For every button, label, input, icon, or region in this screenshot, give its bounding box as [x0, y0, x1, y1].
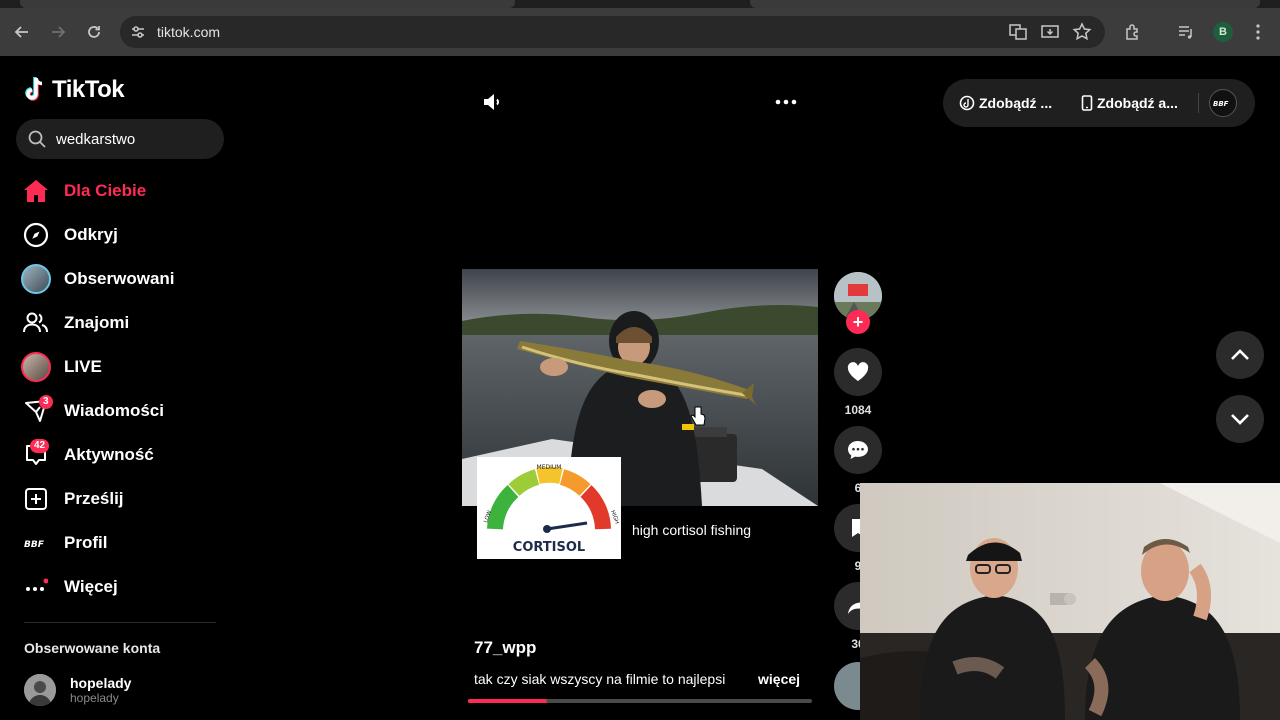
get-app-button[interactable]: Zdobądź a...	[1081, 95, 1178, 111]
sidebar-item-label: Profil	[64, 533, 108, 552]
sidebar-item-label: Więcej	[64, 577, 118, 596]
sidebar-item-label: Prześlij	[64, 489, 124, 508]
sidebar-item-label: Obserwowani	[64, 269, 175, 288]
gauge-title: CORTISOL	[513, 540, 585, 555]
reload-icon[interactable]	[82, 20, 106, 44]
sidebar-item-more[interactable]: Więcej	[20, 567, 220, 607]
back-icon[interactable]	[10, 20, 34, 44]
live-avatar	[20, 351, 52, 383]
search-icon	[28, 130, 46, 148]
forward-icon[interactable]	[46, 20, 70, 44]
chevron-up-icon	[1231, 349, 1249, 360]
messages-icon: 3	[20, 395, 53, 427]
activity-badge: 42	[30, 439, 50, 453]
more-options-icon[interactable]	[774, 94, 798, 110]
browser-profile-avatar[interactable]: B	[1213, 22, 1233, 42]
like-count: 1084	[844, 403, 872, 417]
sidebar-item-following[interactable]: Obserwowani	[20, 259, 220, 299]
sidebar-item-explore[interactable]: Odkryj	[20, 215, 220, 255]
sidebar-divider	[24, 622, 216, 623]
phone-icon	[1081, 95, 1093, 111]
address-bar[interactable]: tiktok.com	[120, 16, 1105, 48]
video-description: tak czy siak wszyscy na filmie to najlep…	[474, 671, 726, 687]
avatar	[24, 674, 56, 706]
cortisol-gauge-card: MEDIUM LOW HIGH CORTISOL	[477, 457, 621, 559]
get-coins-label: Zdobądź ...	[979, 95, 1053, 111]
browser-tab-strip	[0, 0, 1280, 8]
sidebar-item-for-you[interactable]: Dla Ciebie	[20, 171, 220, 211]
app-name: TikTok	[52, 76, 125, 103]
sidebar-item-upload[interactable]: Prześlij	[20, 479, 220, 519]
sidebar-item-friends[interactable]: Znajomi	[20, 303, 220, 343]
home-icon	[20, 175, 52, 207]
next-video-button[interactable]	[1216, 395, 1264, 443]
messages-badge: 3	[39, 395, 53, 409]
top-actions-pill: Zdobądź ... Zdobądź a... BBF	[943, 79, 1255, 127]
profile-logo: BBF	[20, 527, 52, 559]
follow-plus-button[interactable]: +	[846, 310, 870, 334]
get-app-label: Zdobądź a...	[1097, 95, 1178, 111]
gauge-medium-label: MEDIUM	[537, 464, 562, 471]
media-controls-icon[interactable]	[1174, 20, 1198, 44]
svg-text:BBF: BBF	[24, 540, 45, 549]
sidebar-item-label: Aktywność	[64, 445, 154, 464]
more-icon	[20, 571, 52, 603]
comment-icon	[848, 441, 868, 459]
previous-video-button[interactable]	[1216, 331, 1264, 379]
coin-icon	[959, 95, 975, 111]
hand-cursor-icon	[690, 405, 706, 432]
volume-icon[interactable]	[480, 90, 504, 114]
search-input[interactable]: wedkarstwo	[16, 119, 224, 159]
sidebar-item-label: Wiadomości	[64, 401, 164, 420]
activity-icon: 42	[20, 439, 52, 471]
more-description-button[interactable]: więcej	[758, 671, 800, 687]
webcam-overlay	[860, 483, 1280, 720]
sidebar-item-activity[interactable]: 42 Aktywność	[20, 435, 220, 475]
sidebar-item-profile[interactable]: BBF Profil	[20, 523, 220, 563]
tiktok-logo[interactable]: TikTok	[24, 76, 125, 104]
upload-icon	[20, 483, 52, 515]
get-coins-button[interactable]: Zdobądź ...	[959, 95, 1052, 111]
browser-menu-icon[interactable]	[1246, 20, 1270, 44]
sidebar-item-label: Dla Ciebie	[64, 181, 147, 200]
video-progress-bar[interactable]	[468, 699, 812, 703]
bookmark-star-icon[interactable]	[1072, 22, 1092, 42]
followed-account-item[interactable]: hopelady hopelady	[24, 674, 131, 706]
search-value: wedkarstwo	[56, 131, 136, 148]
followed-accounts-title: Obserwowane konta	[24, 640, 161, 656]
compass-icon	[20, 219, 52, 251]
heart-icon	[847, 362, 869, 381]
sidebar-item-label: Odkryj	[64, 225, 118, 244]
video-overlay-caption: high cortisol fishing	[632, 522, 752, 538]
user-avatar[interactable]: BBF	[1209, 89, 1237, 117]
sidebar-item-label: LIVE	[64, 357, 102, 376]
install-app-icon[interactable]	[1040, 22, 1060, 42]
translate-icon[interactable]	[1008, 22, 1028, 42]
sidebar-item-label: Znajomi	[64, 313, 130, 332]
browser-tab[interactable]	[20, 0, 515, 8]
site-settings-icon[interactable]	[128, 22, 148, 42]
comment-button[interactable]	[834, 426, 882, 474]
gauge-high-label: HIGH	[609, 510, 619, 525]
sidebar-item-messages[interactable]: 3 Wiadomości	[20, 391, 220, 431]
video-progress-fill	[468, 699, 548, 703]
browser-tab[interactable]	[750, 0, 1260, 8]
webcam-image	[860, 483, 1280, 720]
sidebar-item-live[interactable]: LIVE	[20, 347, 220, 387]
friends-icon	[20, 307, 52, 339]
avatar	[20, 263, 52, 295]
account-handle: hopelady	[70, 691, 119, 705]
extensions-icon[interactable]	[1121, 20, 1145, 44]
browser-toolbar: tiktok.com B	[0, 8, 1280, 56]
svg-text:BBF: BBF	[1213, 100, 1229, 108]
pill-divider	[1198, 93, 1199, 113]
tiktok-note-icon	[25, 77, 43, 101]
video-author[interactable]: 77_wpp	[474, 638, 536, 658]
account-name: hopelady	[70, 675, 132, 691]
like-button[interactable]	[834, 348, 882, 396]
chevron-down-icon	[1231, 414, 1249, 425]
url-text: tiktok.com	[157, 24, 221, 40]
